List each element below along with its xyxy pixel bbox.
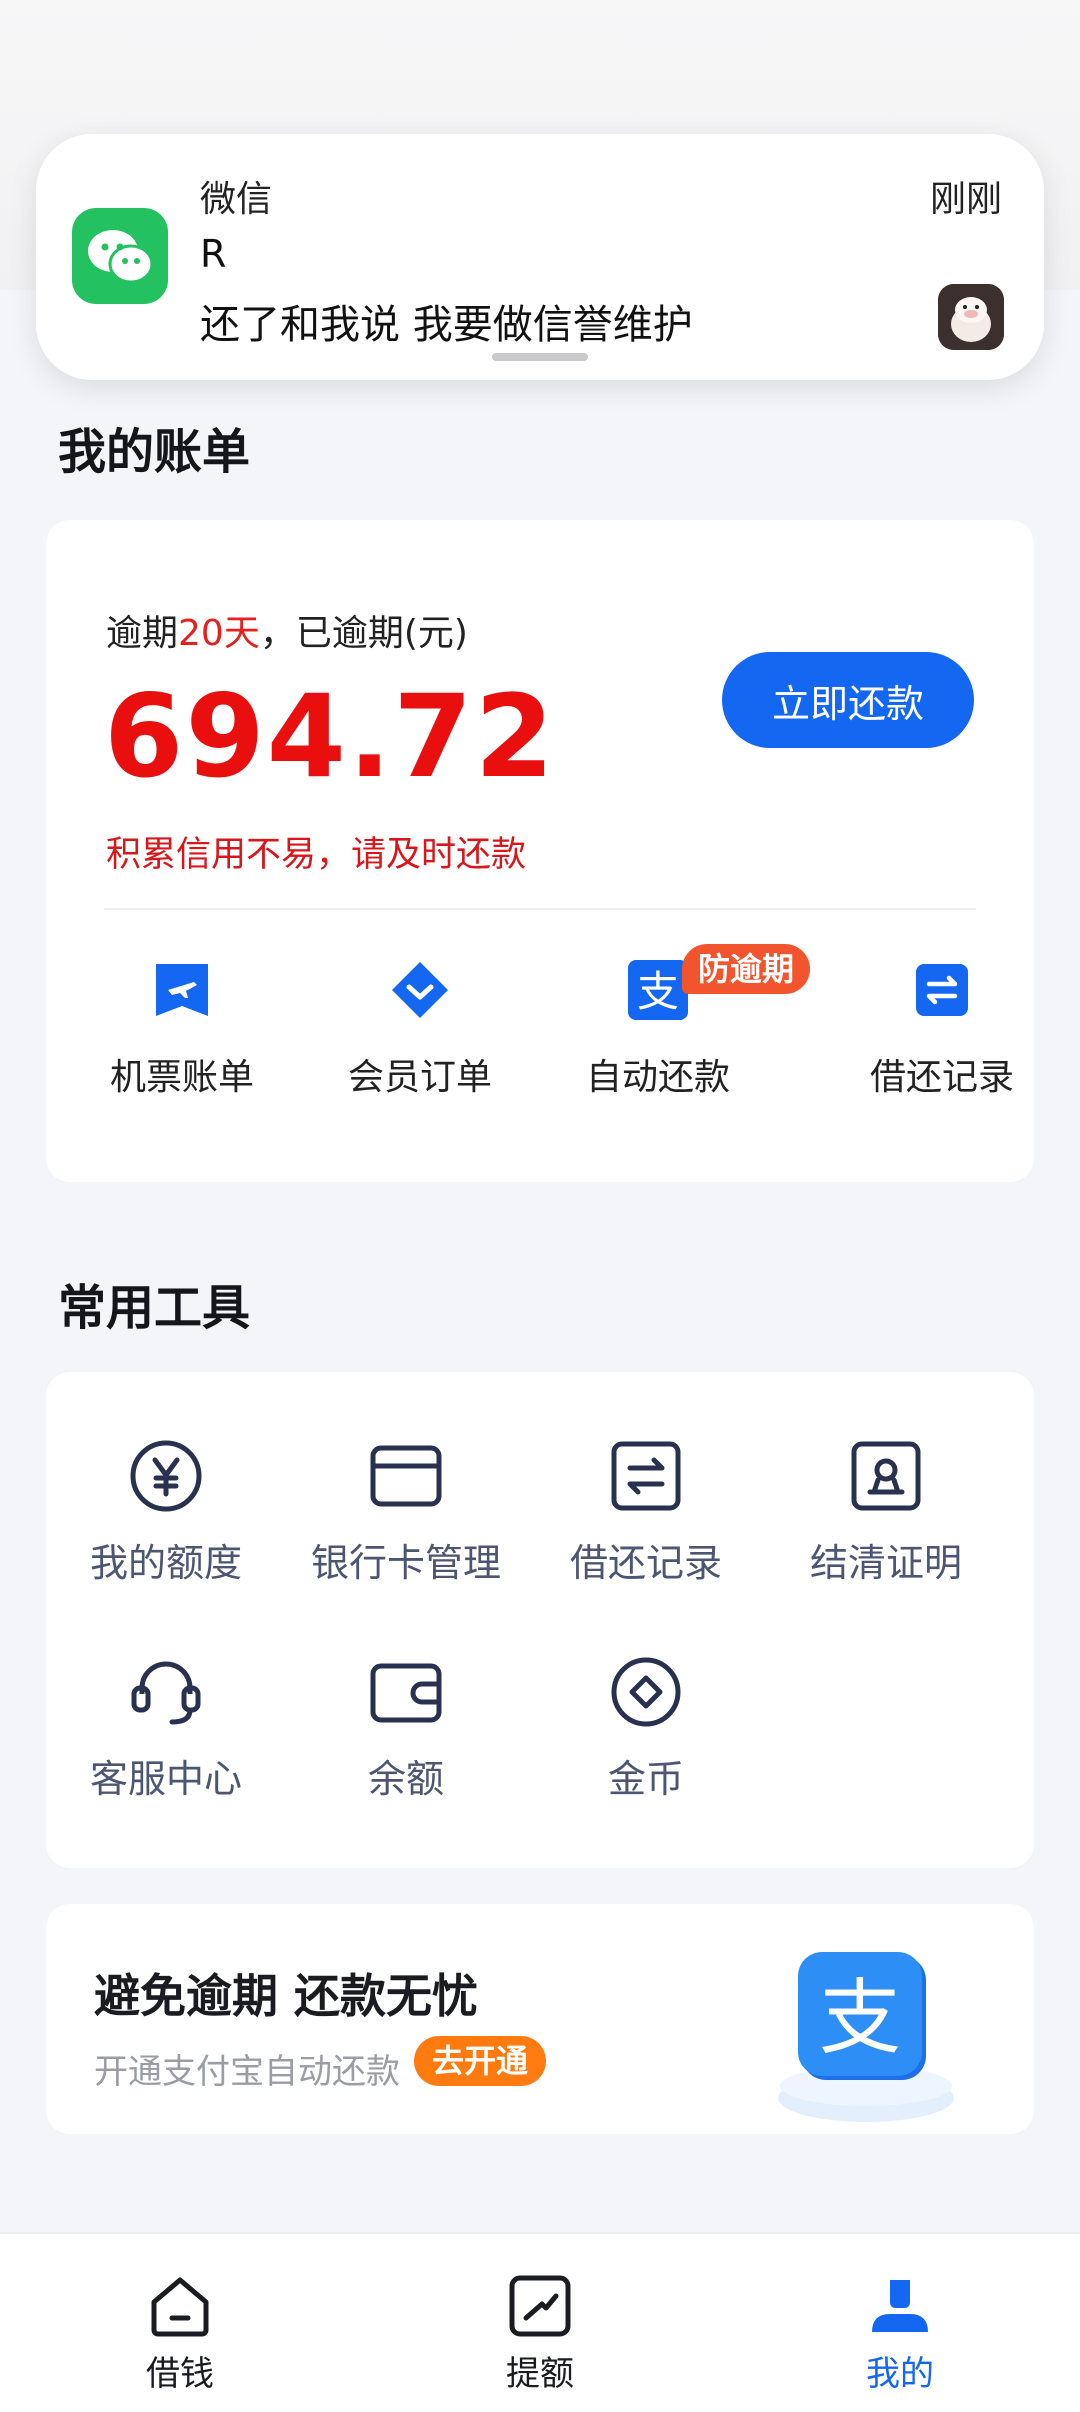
quick-item-label: 自动还款 xyxy=(585,1057,730,1098)
tool-settlement-proof[interactable]: 结清证明 xyxy=(766,1438,1006,1587)
tool-label: 我的额度 xyxy=(89,1541,242,1585)
tool-label: 借还记录 xyxy=(569,1541,722,1585)
alipay-icon: 支 xyxy=(628,960,688,1020)
sender-avatar xyxy=(938,284,1004,350)
repay-now-button[interactable]: 立即还款 xyxy=(722,652,974,748)
tools-section-title: 常用工具 xyxy=(58,1280,251,1336)
tool-label: 余额 xyxy=(367,1757,444,1801)
notification-time: 刚刚 xyxy=(929,179,1002,220)
notification-handle[interactable] xyxy=(492,353,588,361)
bottom-navigation: 借钱 提额 我的 xyxy=(0,2232,1080,2412)
quick-item-label: 会员订单 xyxy=(347,1057,492,1098)
bill-card: 逾期20天，已逾期(元) 694.72 立即还款 积累信用不易，请及时还款 机票… xyxy=(46,520,1034,1182)
promo-title: 避免逾期 还款无忧 xyxy=(94,1969,479,2023)
quick-item-label: 借还记录 xyxy=(869,1057,1014,1098)
enable-button[interactable]: 去开通 xyxy=(414,2036,547,2086)
tool-customer-service[interactable]: 客服中心 xyxy=(46,1654,286,1803)
overdue-prefix: 逾期 xyxy=(106,613,179,654)
nav-borrow[interactable]: 借钱 xyxy=(80,2274,280,2395)
svg-text:支: 支 xyxy=(637,967,679,1016)
quick-item-member-orders[interactable]: 会员订单 xyxy=(320,960,520,1100)
tool-borrow-records[interactable]: 借还记录 xyxy=(526,1438,766,1587)
nav-label: 借钱 xyxy=(146,2354,214,2394)
tool-label: 客服中心 xyxy=(89,1757,242,1801)
tool-label: 金币 xyxy=(607,1757,684,1801)
notification-banner[interactable]: 微信 刚刚 R 还了和我说 我要做信誉维护 xyxy=(36,134,1044,380)
bill-section-title: 我的账单 xyxy=(58,424,251,480)
coin-icon xyxy=(608,1654,684,1730)
auto-repay-promo-card[interactable]: 避免逾期 还款无忧 开通支付宝自动还款 去开通 支 xyxy=(46,1904,1034,2134)
overdue-days: 20天 xyxy=(178,613,260,654)
home-icon xyxy=(148,2274,212,2338)
alipay-illustration-icon: 支 xyxy=(774,1948,964,2128)
bank-card-icon xyxy=(368,1438,444,1514)
transfer-icon xyxy=(912,960,972,1020)
certificate-icon xyxy=(848,1438,924,1514)
transfer-record-icon xyxy=(608,1438,684,1514)
overdue-suffix: ，已逾期(元) xyxy=(259,613,468,654)
tool-balance[interactable]: 余额 xyxy=(286,1654,526,1803)
repay-tip: 积累信用不易，请及时还款 xyxy=(106,835,527,875)
tool-label: 银行卡管理 xyxy=(310,1541,501,1585)
overdue-label: 逾期20天，已逾期(元) xyxy=(106,604,468,656)
tool-my-quota[interactable]: 我的额度 xyxy=(46,1438,286,1587)
quick-item-flight-bill[interactable]: 机票账单 xyxy=(82,960,282,1100)
notification-app-name: 微信 xyxy=(200,179,273,220)
tool-gold-coin[interactable]: 金币 xyxy=(526,1654,766,1803)
boost-icon xyxy=(508,2274,572,2338)
plane-ticket-icon xyxy=(152,960,212,1020)
tool-label: 结清证明 xyxy=(809,1541,962,1585)
promo-subtitle: 开通支付宝自动还款 xyxy=(94,2052,400,2092)
yuan-icon xyxy=(128,1438,204,1514)
nav-label: 我的 xyxy=(866,2354,934,2394)
profile-icon xyxy=(868,2274,932,2338)
notification-message: 还了和我说 我要做信誉维护 xyxy=(200,302,693,348)
quick-item-label: 机票账单 xyxy=(109,1057,254,1098)
tools-card: 我的额度 银行卡管理 借还记录 结清证明 客服中心 余额 金币 xyxy=(46,1372,1034,1868)
divider xyxy=(104,908,976,910)
anti-overdue-badge: 防逾期 xyxy=(682,944,811,994)
notification-sender: R xyxy=(200,232,227,276)
wallet-icon xyxy=(368,1654,444,1730)
quick-item-borrow-records[interactable]: 借还记录 xyxy=(842,960,1042,1100)
overdue-amount: 694.72 xyxy=(104,670,556,803)
diamond-icon xyxy=(390,960,450,1020)
svg-text:支: 支 xyxy=(819,1971,901,2066)
nav-boost[interactable]: 提额 xyxy=(440,2274,640,2395)
headset-icon xyxy=(128,1654,204,1730)
tool-bank-card[interactable]: 银行卡管理 xyxy=(286,1438,526,1587)
nav-mine[interactable]: 我的 xyxy=(800,2274,1000,2395)
app-root: 微信 刚刚 R 还了和我说 我要做信誉维护 我的账单 逾期20天，已逾期(元) … xyxy=(0,0,1080,2412)
nav-label: 提额 xyxy=(506,2354,574,2394)
wechat-icon xyxy=(72,208,168,304)
